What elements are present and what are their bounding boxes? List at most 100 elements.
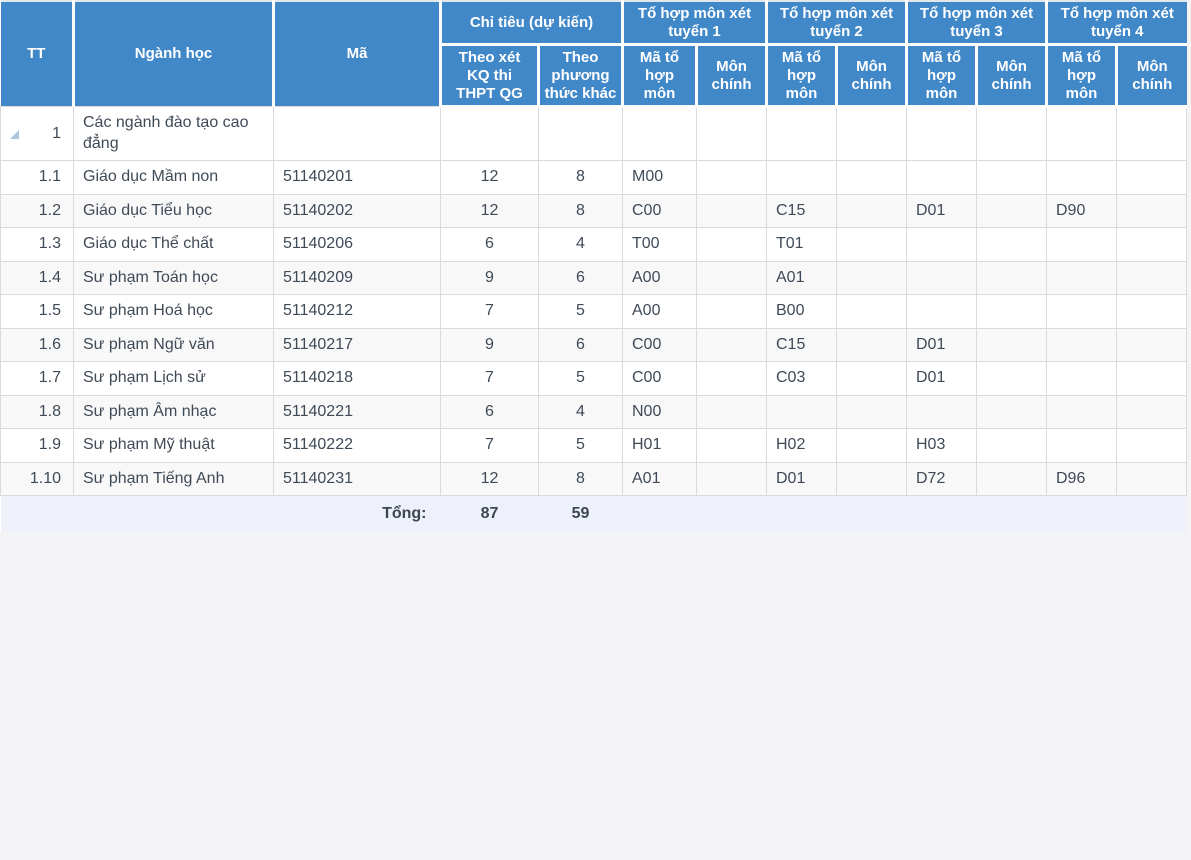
cell-mon-chinh-1: [696, 106, 767, 162]
col-header-ma[interactable]: Mã: [272, 1, 442, 107]
table-row[interactable]: 1.1 Giáo dục Mầm non 51140201 12 8 M00: [0, 160, 1187, 195]
cell-mon-chinh-4: [1116, 294, 1187, 329]
total-spacer-right: [622, 495, 1187, 532]
table-row[interactable]: 1.10 Sư phạm Tiếng Anh 51140231 12 8 A01 D01 D7…: [0, 461, 1187, 497]
cell-chi-tieu-khac: 8: [538, 461, 623, 497]
cell-mon-chinh-3: [976, 193, 1047, 229]
cell-ma-to-hop-1: C00: [622, 193, 697, 229]
table-row[interactable]: 1.9 Sư phạm Mỹ thuật 51140222 7 5 H01 H02 H03: [0, 428, 1187, 463]
cell-ma-to-hop-4: [1046, 106, 1117, 162]
cell-mon-chinh-3: [976, 394, 1047, 430]
col-header-tt[interactable]: TT: [0, 1, 75, 107]
col-header-ma-to-hop-mon-1[interactable]: Mã tổ hợp môn: [621, 44, 698, 109]
cell-chi-tieu-khac: 5: [538, 428, 623, 463]
cell-ma-to-hop-4: [1046, 394, 1117, 430]
cell-ma-to-hop-2: D01: [766, 461, 837, 497]
admission-quota-table: TT Ngành học Mã Chỉ tiêu (dự kiến) Tổ hợ…: [0, 0, 1187, 532]
cell-chi-tieu-thpt: [440, 106, 539, 162]
col-header-mon-chinh-1[interactable]: Môn chính: [695, 44, 768, 109]
cell-mon-chinh-2: [836, 106, 907, 162]
cell-mon-chinh-3: [976, 461, 1047, 497]
cell-chi-tieu-thpt: 12: [440, 193, 539, 229]
table-row[interactable]: 1.3 Giáo dục Thể chất 51140206 6 4 T00 T01: [0, 227, 1187, 262]
table-row[interactable]: 1.6 Sư phạm Ngữ văn 51140217 9 6 C00 C15 D01: [0, 327, 1187, 363]
cell-chi-tieu-khac: 5: [538, 361, 623, 396]
col-header-ma-to-hop-mon-2[interactable]: Mã tổ hợp môn: [765, 44, 838, 109]
cell-chi-tieu-thpt: 7: [440, 428, 539, 463]
cell-mon-chinh-1: [696, 160, 767, 195]
table-body: 1 Các ngành đào tạo cao đẳng 1.1 Giáo dục M…: [0, 106, 1187, 497]
col-header-ma-to-hop-mon-3[interactable]: Mã tổ hợp môn: [905, 44, 978, 109]
cell-ma: 51140221: [273, 394, 441, 430]
cell-ma: 51140218: [273, 361, 441, 396]
cell-ma: 51140201: [273, 160, 441, 195]
cell-ma-to-hop-3: [906, 227, 977, 262]
col-header-mon-chinh-2[interactable]: Môn chính: [835, 44, 908, 109]
cell-chi-tieu-khac: 4: [538, 394, 623, 430]
cell-ma-to-hop-4: [1046, 327, 1117, 363]
cell-ma-to-hop-3: D01: [906, 193, 977, 229]
table-row[interactable]: 1.2 Giáo dục Tiểu học 51140202 12 8 C00 C15 D01…: [0, 193, 1187, 229]
cell-mon-chinh-4: [1116, 361, 1187, 396]
cell-chi-tieu-thpt: 7: [440, 294, 539, 329]
cell-tt: 1.3: [0, 227, 74, 262]
cell-ma-to-hop-1: N00: [622, 394, 697, 430]
cell-mon-chinh-1: [696, 260, 767, 296]
col-header-chi-tieu-group[interactable]: Chỉ tiêu (dự kiến): [439, 1, 624, 47]
cell-ma-to-hop-1: M00: [622, 160, 697, 195]
cell-ma-to-hop-1: A00: [622, 260, 697, 296]
cell-tt: 1.1: [0, 160, 74, 195]
cell-chi-tieu-khac: 8: [538, 160, 623, 195]
cell-chi-tieu-thpt: 9: [440, 327, 539, 363]
table-row[interactable]: 1.4 Sư phạm Toán học 51140209 9 6 A00 A01: [0, 260, 1187, 296]
cell-chi-tieu-thpt: 7: [440, 361, 539, 396]
cell-ma-to-hop-1: [622, 106, 697, 162]
total-label: Tổng:: [273, 495, 441, 532]
cell-nganh-hoc: Sư phạm Hoá học: [73, 294, 274, 329]
cell-tt: 1.2: [0, 193, 74, 229]
cell-nganh-hoc: Sư phạm Toán học: [73, 260, 274, 296]
col-header-chi-tieu-khac[interactable]: Theo phương thức khác: [537, 44, 624, 109]
col-header-to-hop-1[interactable]: Tổ hợp môn xét tuyển 1: [621, 1, 768, 47]
cell-ma-to-hop-1: T00: [622, 227, 697, 262]
table-row[interactable]: 1.5 Sư phạm Hoá học 51140212 7 5 A00 B00: [0, 294, 1187, 329]
table-header: TT Ngành học Mã Chỉ tiêu (dự kiến) Tổ hợ…: [0, 1, 1187, 109]
table-footer: Tổng: 87 59: [0, 495, 1187, 532]
cell-chi-tieu-khac: [538, 106, 623, 162]
cell-ma: 51140209: [273, 260, 441, 296]
table-container: TT Ngành học Mã Chỉ tiêu (dự kiến) Tổ hợ…: [0, 0, 1191, 860]
cell-mon-chinh-3: [976, 106, 1047, 162]
table-row[interactable]: 1.8 Sư phạm Âm nhạc 51140221 6 4 N00: [0, 394, 1187, 430]
cell-mon-chinh-2: [836, 160, 907, 195]
cell-ma-to-hop-3: D01: [906, 361, 977, 396]
cell-ma-to-hop-3: [906, 106, 977, 162]
cell-chi-tieu-thpt: 12: [440, 160, 539, 195]
cell-mon-chinh-3: [976, 361, 1047, 396]
cell-ma-to-hop-2: A01: [766, 260, 837, 296]
cell-ma-to-hop-3: [906, 294, 977, 329]
cell-ma-to-hop-1: A01: [622, 461, 697, 497]
cell-ma-to-hop-2: C15: [766, 327, 837, 363]
col-header-to-hop-4[interactable]: Tổ hợp môn xét tuyển 4: [1045, 1, 1187, 47]
col-header-chi-tieu-thpt[interactable]: Theo xét KQ thi THPT QG: [439, 44, 540, 109]
collapse-triangle-icon[interactable]: [10, 129, 19, 139]
col-header-to-hop-3[interactable]: Tổ hợp môn xét tuyển 3: [905, 1, 1048, 47]
cell-mon-chinh-4: [1116, 394, 1187, 430]
cell-mon-chinh-2: [836, 428, 907, 463]
table-group-row[interactable]: 1 Các ngành đào tạo cao đẳng: [0, 106, 1187, 162]
cell-ma: 51140217: [273, 327, 441, 363]
cell-mon-chinh-2: [836, 361, 907, 396]
col-header-to-hop-2[interactable]: Tổ hợp môn xét tuyển 2: [765, 1, 908, 47]
cell-tt: 1.10: [0, 461, 74, 497]
table-row[interactable]: 1.7 Sư phạm Lịch sử 51140218 7 5 C00 C03 D01: [0, 361, 1187, 396]
col-header-mon-chinh-4[interactable]: Môn chính: [1115, 44, 1187, 109]
cell-mon-chinh-2: [836, 294, 907, 329]
cell-ma: [273, 106, 441, 162]
cell-chi-tieu-thpt: 9: [440, 260, 539, 296]
col-header-nganh-hoc[interactable]: Ngành học: [72, 1, 275, 107]
col-header-mon-chinh-3[interactable]: Môn chính: [975, 44, 1048, 109]
col-header-ma-to-hop-mon-4[interactable]: Mã tổ hợp môn: [1045, 44, 1118, 109]
cell-ma-to-hop-4: [1046, 260, 1117, 296]
cell-tt: 1.5: [0, 294, 74, 329]
cell-ma-to-hop-4: [1046, 227, 1117, 262]
